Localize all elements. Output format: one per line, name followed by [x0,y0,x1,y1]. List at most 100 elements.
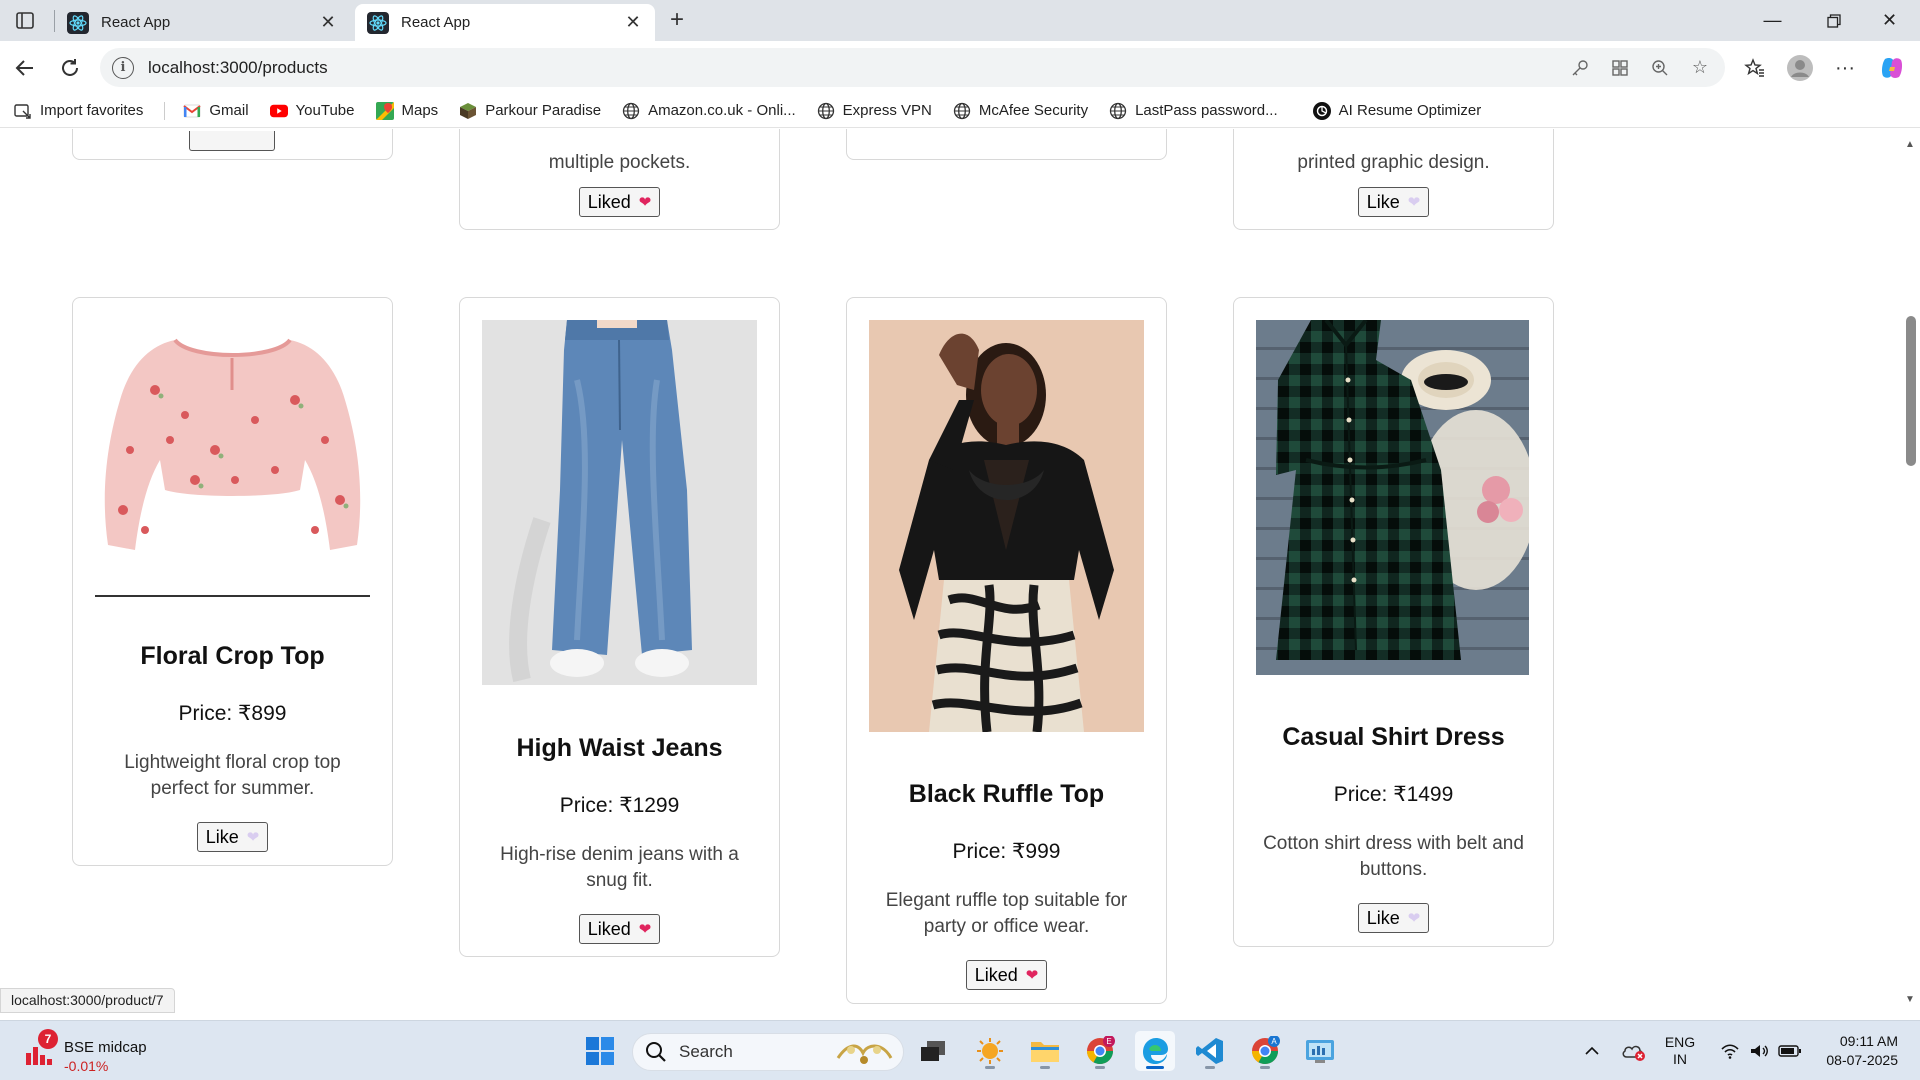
like-button[interactable]: Like ❤ [196,822,269,852]
search-placeholder: Search [679,1042,733,1061]
tab-react-app-2[interactable]: React App ✕ [355,4,655,41]
product-name[interactable]: Casual Shirt Dress [1234,723,1553,752]
heart-icon: ❤ [1407,910,1421,927]
globe-icon [1109,102,1127,120]
volume-icon [1750,1045,1768,1057]
more-options-icon[interactable]: ··· [1830,53,1860,83]
favorites-icon[interactable] [1740,53,1770,83]
bookmark-import-favorites[interactable]: Import favorites [14,102,143,120]
gmail-icon [183,102,201,120]
bookmark-mcafee-security[interactable]: McAfee Security [953,102,1088,120]
bookmark-label: Amazon.co.uk - Onli... [648,102,796,119]
refresh-icon[interactable] [55,53,85,83]
like-button-partial[interactable] [189,131,275,151]
system-tray-status[interactable] [1716,1031,1806,1071]
like-button[interactable]: Like ❤ [1357,187,1430,217]
tab-title: React App [101,14,171,31]
cube-icon [459,102,477,120]
address-bar[interactable]: i localhost:3000/products ☆ [100,48,1725,87]
vscode-icon[interactable] [1190,1031,1230,1071]
bookmark-youtube[interactable]: YouTube [269,102,355,120]
scrollbar-thumb[interactable] [1906,316,1916,466]
start-icon[interactable] [580,1031,620,1071]
heart-icon: ❤ [638,194,652,211]
site-info-icon[interactable]: i [112,56,134,79]
close-tab-icon[interactable]: ✕ [318,12,338,33]
bookmark-maps[interactable]: Maps [375,101,438,120]
bookmark-ai-resume-optimizer[interactable]: AI Resume Optimizer [1312,101,1482,120]
bookmark-label: AI Resume Optimizer [1338,102,1482,119]
url-text[interactable]: localhost:3000/products [148,58,1565,78]
product-image[interactable] [95,320,370,580]
close-window-icon[interactable]: ✕ [1862,0,1917,41]
wifi-icon [1721,1044,1739,1059]
like-label: Liked [587,918,631,939]
chrome-profile-e-icon[interactable]: E [1080,1031,1120,1071]
taskbar-search[interactable]: Search [632,1033,904,1071]
minimize-icon[interactable]: — [1745,0,1800,41]
product-price: Price: ₹899 [178,702,287,725]
zoom-icon[interactable] [1645,53,1675,83]
edge-icon[interactable] [1135,1031,1175,1071]
system-clock[interactable]: 09:11 AM 08-07-2025 [1810,1032,1898,1070]
youtube-icon [269,102,288,120]
chrome-profile-a-icon[interactable]: A [1245,1031,1285,1071]
product-price: Price: ₹999 [952,840,1061,863]
profile-avatar[interactable] [1785,53,1815,83]
show-hidden-icons[interactable] [1580,1031,1604,1071]
like-button[interactable]: Like ❤ [1357,903,1430,933]
product-description: multiple pockets. [548,152,691,173]
weather-app-icon[interactable] [970,1031,1010,1071]
import-icon [14,102,32,120]
onedrive-error-icon[interactable] [1620,1031,1648,1071]
apps-icon[interactable] [1605,53,1635,83]
product-description: High-rise denim jeans with a snug fit. [500,844,739,891]
bookmark-amazon[interactable]: Amazon.co.uk - Onli... [622,102,796,120]
task-view-icon[interactable] [913,1031,953,1071]
product-image[interactable] [1256,318,1536,675]
product-card[interactable]: High Waist Jeans Price: ₹1299 High-rise … [459,297,780,957]
page-scrollbar[interactable]: ▲ ▼ [1900,129,1920,1014]
tab-actions-icon[interactable] [10,8,40,34]
restore-icon[interactable] [1806,0,1861,41]
tab-react-app-1[interactable]: React App ✕ [55,4,350,41]
stock-widget[interactable]: 7 BSE midcap -0.01% [24,1029,184,1074]
product-name[interactable]: Black Ruffle Top [847,780,1166,809]
close-tab-icon[interactable]: ✕ [623,12,643,33]
windows-taskbar: 7 BSE midcap -0.01% Search E A ENG IN 09… [0,1020,1920,1080]
tab-strip: React App ✕ React App ✕ + — ✕ [0,0,1920,41]
liked-button[interactable]: Liked ❤ [578,914,661,944]
scroll-up-icon[interactable]: ▲ [1904,139,1916,150]
bookmark-gmail[interactable]: Gmail [183,102,249,120]
liked-button[interactable]: Liked ❤ [965,960,1048,990]
bookmark-label: McAfee Security [978,102,1089,119]
control-panel-icon[interactable] [1300,1031,1340,1071]
key-icon[interactable] [1565,53,1595,83]
divider [95,595,370,597]
language-indicator[interactable]: ENG IN [1660,1031,1700,1071]
file-explorer-icon[interactable] [1025,1031,1065,1071]
product-image[interactable] [869,320,1144,733]
copilot-icon[interactable] [1877,53,1907,83]
heart-icon: ❤ [1407,194,1421,211]
bookmark-express-vpn[interactable]: Express VPN [817,102,932,120]
product-name[interactable]: High Waist Jeans [460,734,779,763]
product-card-partial: multiple pockets. Liked ❤ [459,129,780,230]
star-icon[interactable]: ☆ [1685,53,1715,83]
product-card[interactable]: Casual Shirt Dress Price: ₹1499 Cotton s… [1233,297,1554,947]
bookmark-label: Import favorites [40,102,144,119]
maps-icon [375,101,394,120]
bookmark-parkour-paradise[interactable]: Parkour Paradise [459,102,601,120]
new-tab-button[interactable]: + [662,6,692,36]
product-card[interactable]: Floral Crop Top Price: ₹899 Lightweight … [72,297,393,866]
back-icon[interactable] [10,53,40,83]
product-image[interactable] [482,320,757,685]
bookmarks-bar: Import favorites Gmail YouTube Maps Park… [0,94,1920,128]
scroll-down-icon[interactable]: ▼ [1904,994,1916,1005]
product-card-partial [72,129,393,160]
bookmark-lastpass[interactable]: LastPass password... [1109,102,1278,120]
liked-button[interactable]: Liked ❤ [578,187,661,217]
widget-title: BSE midcap [64,1039,147,1056]
product-name[interactable]: Floral Crop Top [73,642,392,671]
product-card[interactable]: Black Ruffle Top Price: ₹999 Elegant ruf… [846,297,1167,1004]
